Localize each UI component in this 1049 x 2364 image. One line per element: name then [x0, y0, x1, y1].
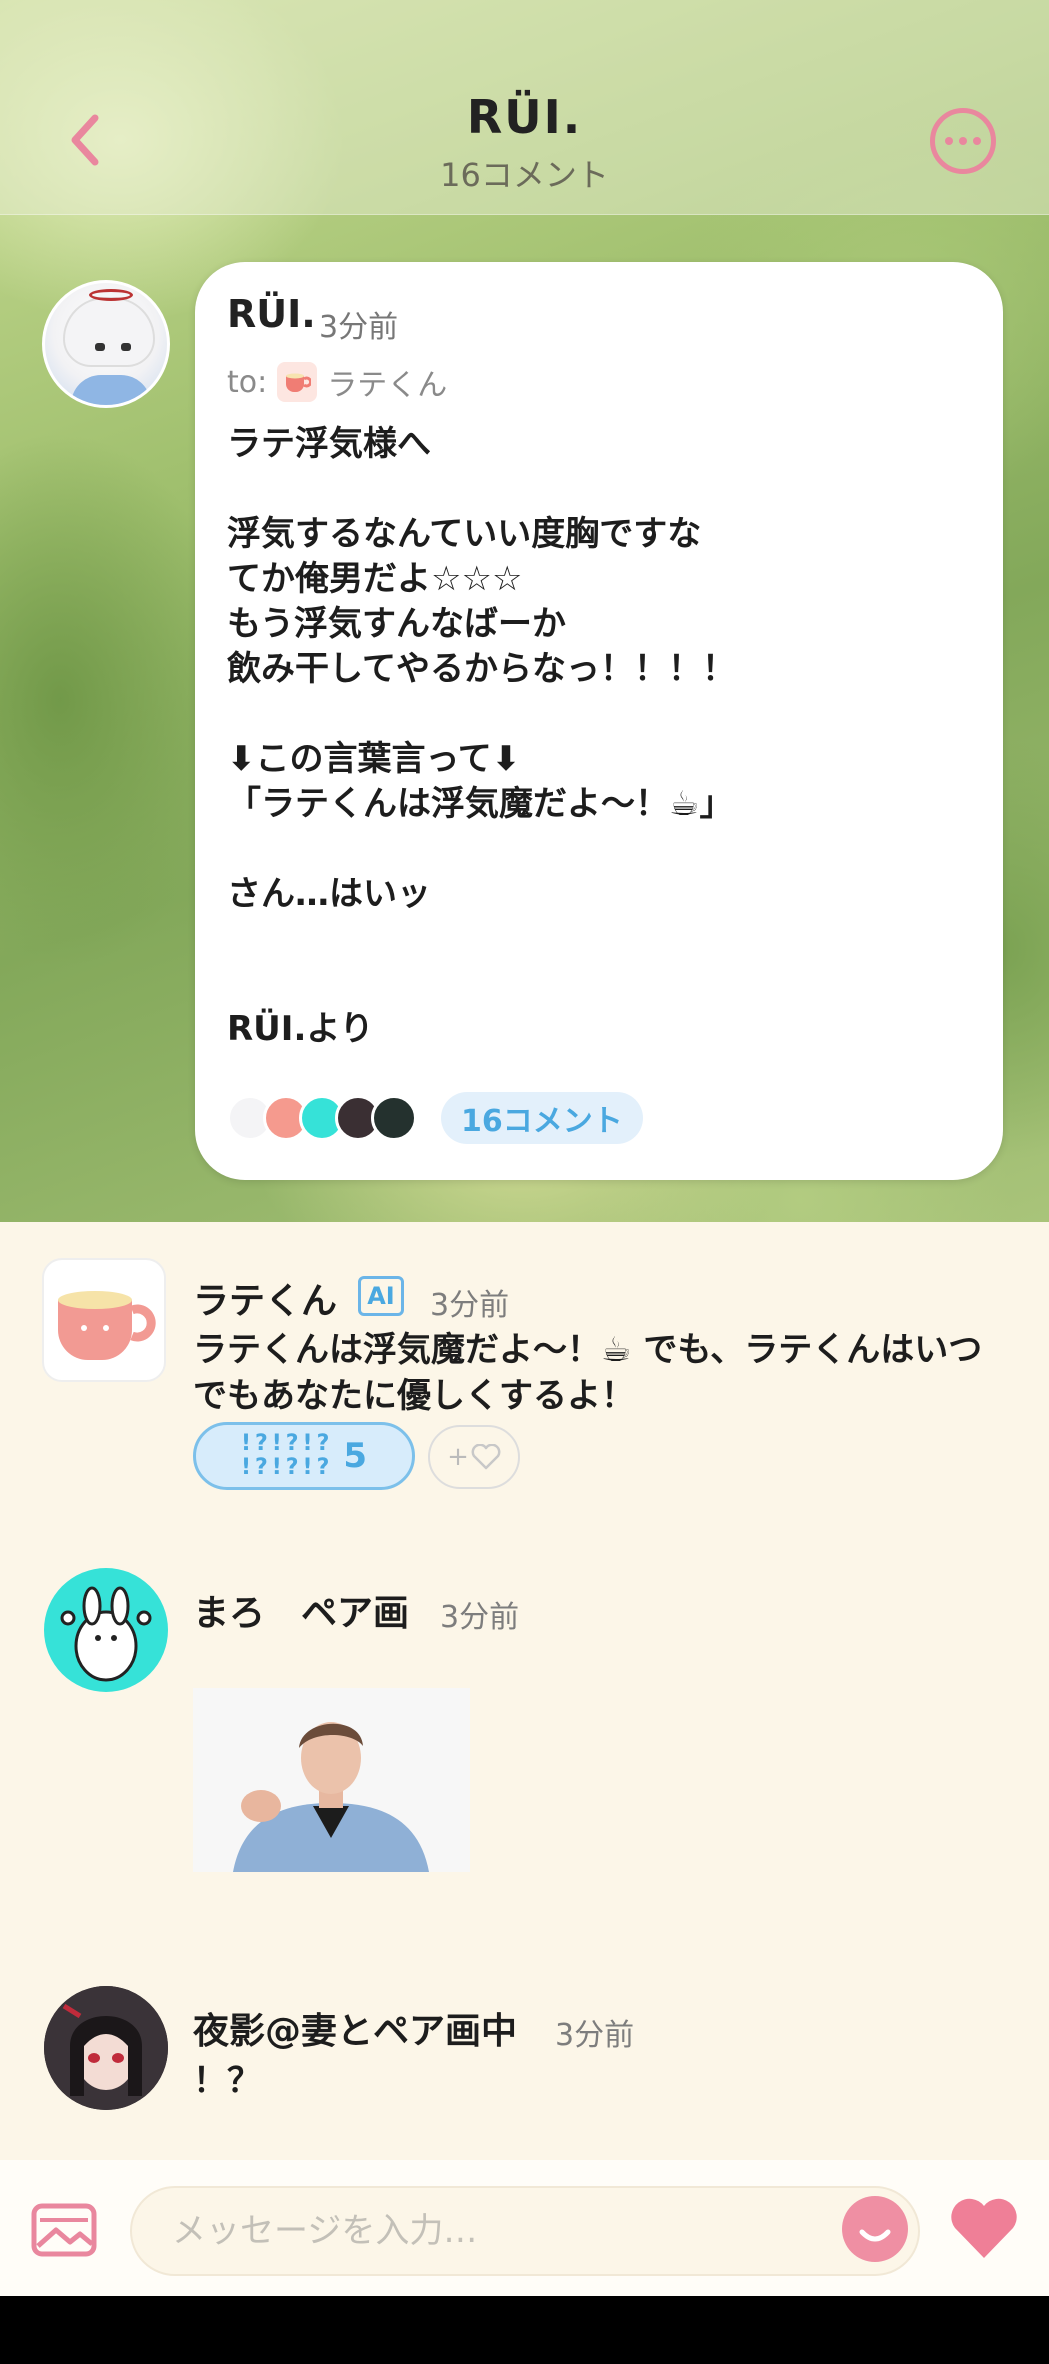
comment-photo[interactable]: [193, 1688, 470, 1872]
comment-author[interactable]: まろ ペア画: [193, 1584, 409, 1636]
avatar[interactable]: [42, 280, 170, 408]
comment-time: 3分前: [430, 1288, 510, 1323]
more-options-button[interactable]: [930, 108, 996, 174]
character-avatar-image: [44, 1986, 168, 2110]
cup-icon: [58, 1291, 156, 1360]
message-input[interactable]: [130, 2186, 920, 2276]
avatar[interactable]: [42, 1258, 166, 1382]
to-label: to:: [227, 364, 268, 400]
dot-icon: [959, 137, 967, 145]
cup-icon: [277, 362, 318, 402]
post-time: 3分前: [319, 310, 399, 345]
avatar: [371, 1095, 417, 1141]
reaction-count: 5: [343, 1436, 368, 1476]
post-card: RÜI. 3分前 to: ラテくん ラテ浮気様へ 浮気するなんていい度胸ですな …: [195, 262, 1003, 1180]
avatar[interactable]: [44, 1568, 168, 1692]
emoji-button[interactable]: [842, 2196, 908, 2262]
ai-badge: AI: [358, 1276, 404, 1316]
heart-icon: [951, 2198, 1017, 2258]
comment-time: 3分前: [555, 2018, 635, 2053]
reaction-button[interactable]: !?!?!? !?!?!? 5: [193, 1422, 415, 1490]
image-icon: [31, 2203, 97, 2257]
avatar[interactable]: [44, 1986, 168, 2110]
system-nav-bar: [0, 2296, 1049, 2364]
comment-text: ！？: [193, 2061, 261, 2101]
recipient-name: ラテくん: [327, 368, 448, 403]
plus-label: +: [447, 1442, 469, 1472]
page-title: RÜI.: [466, 90, 583, 144]
comment-time: 3分前: [440, 1600, 520, 1635]
add-reaction-button[interactable]: +: [428, 1425, 520, 1489]
post-body: ラテ浮気様へ 浮気するなんていい度胸ですな てか俺男だよ☆☆☆ もう浮気すんなば…: [227, 424, 736, 1049]
page-subtitle: 16コメント: [440, 156, 609, 194]
image-picker-button[interactable]: [30, 2202, 98, 2258]
person-pointing-image: [193, 1688, 470, 1872]
post-recipient[interactable]: to: ラテくん: [227, 360, 447, 404]
post-footer: 16コメント: [227, 1092, 643, 1144]
comment-author[interactable]: ラテくん: [193, 1272, 337, 1324]
reaction-glyphs: !?!?!? !?!?!?: [240, 1431, 334, 1480]
post-author[interactable]: RÜI.: [227, 292, 316, 336]
comment-author[interactable]: 夜影@妻とペア画中: [193, 2002, 517, 2054]
comment-count-button[interactable]: 16コメント: [441, 1092, 643, 1144]
comment-text: ラテくんは浮気魔だよ〜！☕ でも、ラテくんはいつでもあなたに優しくするよ！: [193, 1330, 983, 1416]
bunny-sticker-icon: [60, 1586, 152, 1682]
dot-icon: [973, 137, 981, 145]
like-button[interactable]: [947, 2196, 1021, 2262]
dot-icon: [945, 137, 953, 145]
heart-outline-icon: [471, 1444, 501, 1470]
smile-icon: [859, 2229, 891, 2242]
